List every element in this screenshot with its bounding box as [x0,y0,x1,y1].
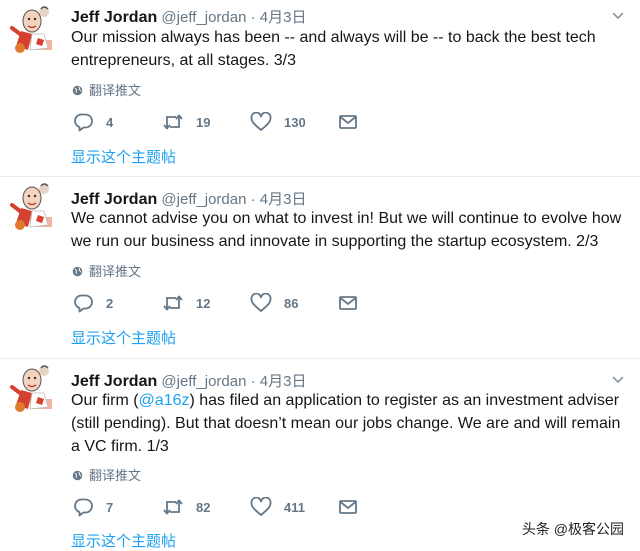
reply-button[interactable]: 4 [74,111,113,133]
heart-icon [250,497,272,517]
separator-dot: · [250,373,256,390]
retweet-count: 12 [196,295,211,311]
retweet-icon [162,112,184,132]
tweet-actions: 2 12 86 [74,292,374,314]
chevron-down-icon[interactable] [612,374,624,386]
translate-link[interactable]: 翻译推文 [72,465,141,484]
tweet-text: Our firm (@a16z) has filed an applicatio… [71,389,631,458]
like-count: 86 [284,295,299,311]
tweet-header: Jeff Jordan @jeff_jordan · 4月3日 [71,370,306,391]
heart-icon [250,293,272,313]
like-count: 130 [284,114,306,130]
translate-label: 翻译推文 [89,468,142,483]
tweet-date[interactable]: 4月3日 [260,191,307,208]
retweet-count: 82 [196,499,211,515]
user-name[interactable]: Jeff Jordan [71,373,157,390]
tweet[interactable]: Jeff Jordan @jeff_jordan · 4月3日 Our miss… [0,0,640,176]
reply-count: 7 [106,499,114,515]
retweet-icon [162,497,184,517]
show-thread-link[interactable]: 显示这个主题帖 [71,327,176,348]
user-handle[interactable]: @jeff_jordan [161,373,246,390]
retweet-icon [162,293,184,313]
reply-icon [74,497,94,517]
tweet-actions: 7 82 411 [74,496,374,518]
avatar[interactable] [8,181,58,231]
like-count: 411 [284,499,305,515]
tweet-text: We cannot advise you on what to invest i… [71,207,631,253]
separator-dot: · [250,9,256,26]
reply-button[interactable]: 2 [74,292,113,314]
tweet-header: Jeff Jordan @jeff_jordan · 4月3日 [71,6,306,27]
user-handle[interactable]: @jeff_jordan [161,191,246,208]
globe-icon [72,266,83,277]
show-thread-link[interactable]: 显示这个主题帖 [71,530,176,551]
translate-link[interactable]: 翻译推文 [72,261,141,280]
tweet-text-part: Our mission always has been -- and alway… [71,29,596,69]
separator-dot: · [250,191,256,208]
translate-label: 翻译推文 [89,83,142,98]
translate-label: 翻译推文 [89,264,142,279]
reply-count: 4 [106,114,114,130]
source-watermark: 头条 @极客公园 [519,518,626,540]
tweet-date[interactable]: 4月3日 [260,373,307,390]
reply-button[interactable]: 7 [74,496,113,518]
tweet-header: Jeff Jordan @jeff_jordan · 4月3日 [71,188,306,209]
retweet-count: 19 [196,114,211,130]
direct-message-button[interactable] [338,292,370,314]
reply-icon [74,112,94,132]
like-button[interactable]: 130 [250,111,306,133]
globe-icon [72,470,83,481]
reply-count: 2 [106,295,114,311]
translate-link[interactable]: 翻译推文 [72,80,141,99]
user-handle[interactable]: @jeff_jordan [161,9,246,26]
show-thread-link[interactable]: 显示这个主题帖 [71,146,176,167]
tweet[interactable]: Jeff Jordan @jeff_jordan · 4月3日 We canno… [0,177,640,358]
mail-icon [338,497,358,517]
like-button[interactable]: 411 [250,496,305,518]
retweet-button[interactable]: 19 [162,111,210,133]
like-button[interactable]: 86 [250,292,298,314]
mention-link[interactable]: @a16z [139,392,190,409]
user-name[interactable]: Jeff Jordan [71,9,157,26]
heart-icon [250,112,272,132]
tweet-text-part: We cannot advise you on what to invest i… [71,210,622,250]
avatar[interactable] [8,4,58,54]
mail-icon [338,112,358,132]
tweet-date[interactable]: 4月3日 [260,9,307,26]
globe-icon [72,85,83,96]
avatar[interactable] [8,363,58,413]
retweet-button[interactable]: 82 [162,496,210,518]
tweet-text-part: Our firm ( [71,392,139,409]
retweet-button[interactable]: 12 [162,292,210,314]
tweet-actions: 4 19 130 [74,111,374,133]
user-name[interactable]: Jeff Jordan [71,191,157,208]
direct-message-button[interactable] [338,111,370,133]
mail-icon [338,293,358,313]
reply-icon [74,293,94,313]
direct-message-button[interactable] [338,496,370,518]
tweet-text: Our mission always has been -- and alway… [71,26,631,72]
chevron-down-icon[interactable] [612,10,624,22]
